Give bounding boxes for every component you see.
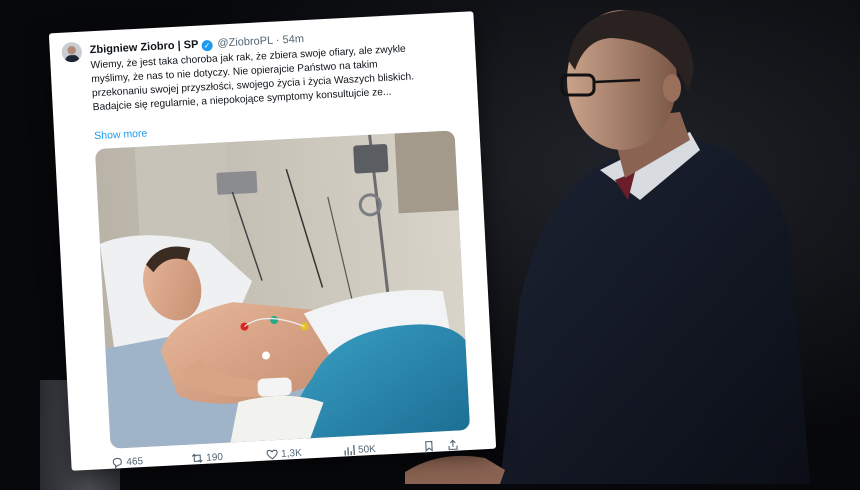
share-icon <box>448 439 458 451</box>
tweet-photo[interactable] <box>94 130 471 449</box>
repost-count: 190 <box>205 451 224 464</box>
views-icon <box>344 444 355 456</box>
like-icon <box>266 449 278 460</box>
tweet-card[interactable]: Zbigniew Ziobro | SP ✓ @ZiobroPL · 54m Wi… <box>48 11 497 471</box>
reply-count: 465 <box>126 455 144 468</box>
timestamp[interactable]: 54m <box>282 33 304 46</box>
bookmark-icon <box>425 440 433 452</box>
like-button[interactable]: 1,3K <box>266 447 302 461</box>
reply-button[interactable]: 465 <box>111 455 143 469</box>
repost-icon <box>191 453 203 463</box>
show-more-link[interactable]: Show more <box>94 127 148 142</box>
reply-icon <box>112 457 122 469</box>
share-button[interactable] <box>447 439 460 452</box>
like-count: 1,3K <box>280 447 302 460</box>
separator: · <box>275 34 280 47</box>
repost-button[interactable]: 190 <box>191 451 223 465</box>
avatar[interactable] <box>61 41 83 63</box>
verified-icon: ✓ <box>201 39 213 52</box>
views-count: 50K <box>357 443 377 456</box>
bookmark-button[interactable] <box>423 440 436 453</box>
author-handle[interactable]: @ZiobroPL <box>217 35 273 50</box>
views-button[interactable]: 50K <box>343 443 376 457</box>
